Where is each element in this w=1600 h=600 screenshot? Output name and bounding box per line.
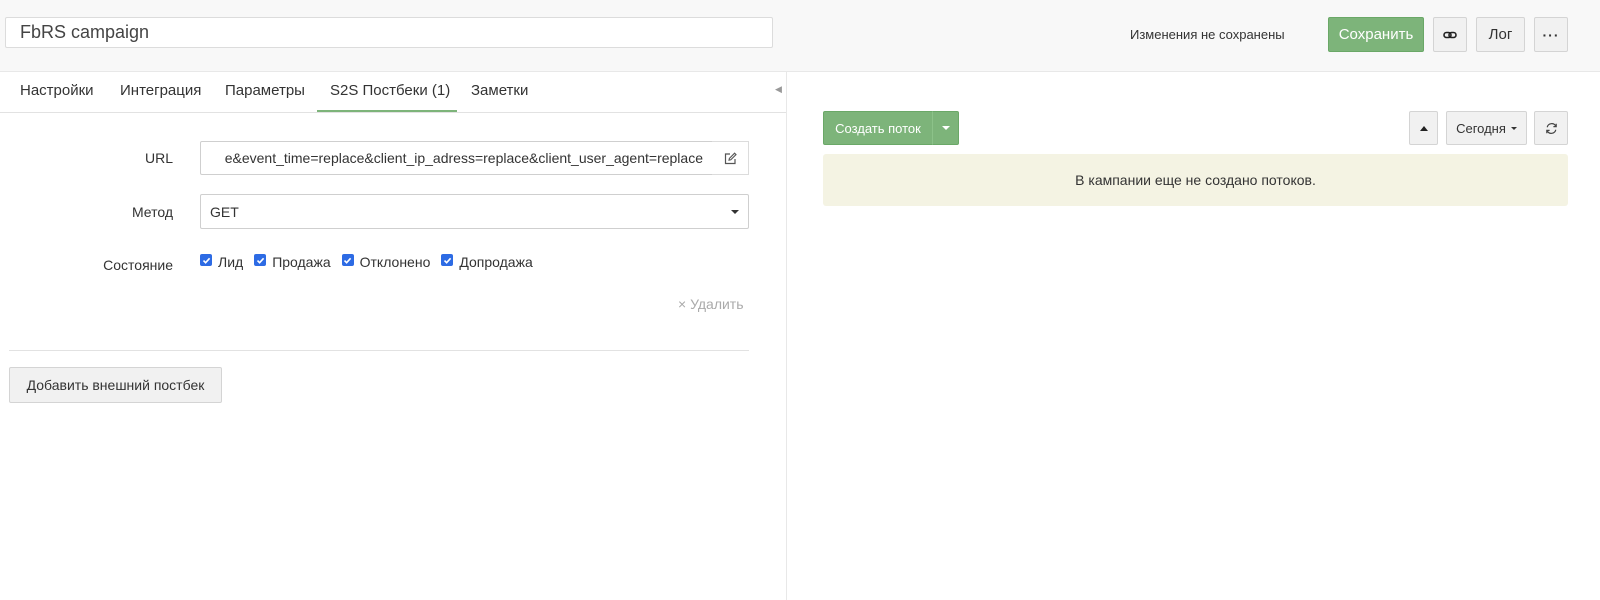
checkbox-checked-icon — [441, 254, 454, 266]
create-stream-dropdown-button[interactable] — [932, 111, 959, 145]
state-rejected-label: Отклонено — [359, 254, 431, 270]
date-filter-dropdown[interactable]: Сегодня — [1446, 111, 1527, 145]
arrow-up-icon — [1419, 125, 1428, 131]
edit-icon — [724, 151, 737, 164]
active-tab-indicator — [317, 110, 457, 112]
checkbox-checked-icon — [341, 254, 354, 266]
state-lead-label: Лид — [218, 254, 244, 270]
refresh-icon — [1545, 122, 1557, 134]
state-sale-checkbox[interactable]: Продажа — [254, 254, 331, 270]
add-external-postback-button[interactable]: Добавить внешний постбек — [9, 367, 222, 403]
panel-separator — [786, 72, 787, 600]
chevron-down-icon — [941, 126, 950, 130]
empty-streams-notice: В кампании еще не создано потоков. — [823, 154, 1568, 206]
create-stream-button[interactable]: Создать поток — [823, 111, 933, 145]
more-options-button[interactable]: ··· — [1534, 17, 1568, 52]
postback-url-value: e&event_time=replace&client_ip_adress=re… — [224, 150, 703, 166]
refresh-button[interactable] — [1534, 111, 1568, 145]
link-icon — [1443, 31, 1457, 38]
checkbox-checked-icon — [200, 254, 212, 266]
url-label: URL — [144, 150, 173, 166]
chevron-down-icon — [731, 209, 739, 214]
link-button[interactable] — [1433, 17, 1467, 52]
date-filter-value: Сегодня — [1456, 120, 1506, 136]
delete-postback-link[interactable]: × Удалить — [678, 296, 744, 312]
tab-settings[interactable]: Настройки — [20, 82, 94, 99]
method-value: GET — [210, 203, 239, 220]
save-button[interactable]: Сохранить — [1328, 17, 1424, 52]
empty-streams-message: В кампании еще не создано потоков. — [1075, 172, 1316, 188]
tab-s2s-postbacks[interactable]: S2S Постбеки (1) — [330, 82, 450, 99]
method-label: Метод — [131, 204, 173, 220]
state-lead-checkbox[interactable]: Лид — [200, 254, 243, 270]
state-label: Состояние — [103, 257, 173, 273]
tab-integration[interactable]: Интеграция — [120, 82, 201, 99]
tab-notes[interactable]: Заметки — [471, 82, 528, 99]
edit-url-button[interactable] — [712, 141, 749, 175]
unsaved-changes-text: Изменения не сохранены — [1130, 27, 1285, 42]
tab-bar: Настройки Интеграция Параметры S2S Постб… — [0, 72, 786, 113]
postback-url-input[interactable]: e&event_time=replace&client_ip_adress=re… — [200, 141, 713, 175]
move-up-button[interactable] — [1409, 111, 1438, 145]
log-button[interactable]: Лог — [1476, 17, 1525, 52]
state-rejected-checkbox[interactable]: Отклонено — [341, 254, 431, 270]
checkbox-checked-icon — [254, 254, 267, 266]
state-sale-label: Продажа — [272, 254, 331, 270]
state-checkboxes: Лид Продажа Отклонено Допродажа — [200, 252, 544, 272]
method-select[interactable]: GET — [200, 194, 749, 229]
campaign-name-input[interactable] — [5, 17, 773, 48]
chevron-down-icon — [1510, 126, 1517, 130]
state-upsale-checkbox[interactable]: Допродажа — [441, 254, 533, 270]
divider — [9, 350, 749, 351]
tab-parameters[interactable]: Параметры — [225, 82, 305, 99]
state-upsale-label: Допродажа — [459, 254, 533, 270]
collapse-panel-icon[interactable]: ◀ — [775, 84, 782, 95]
campaign-settings-panel: Настройки Интеграция Параметры S2S Постб… — [0, 72, 786, 600]
header-bar: Изменения не сохранены Сохранить Лог ··· — [0, 0, 1600, 72]
